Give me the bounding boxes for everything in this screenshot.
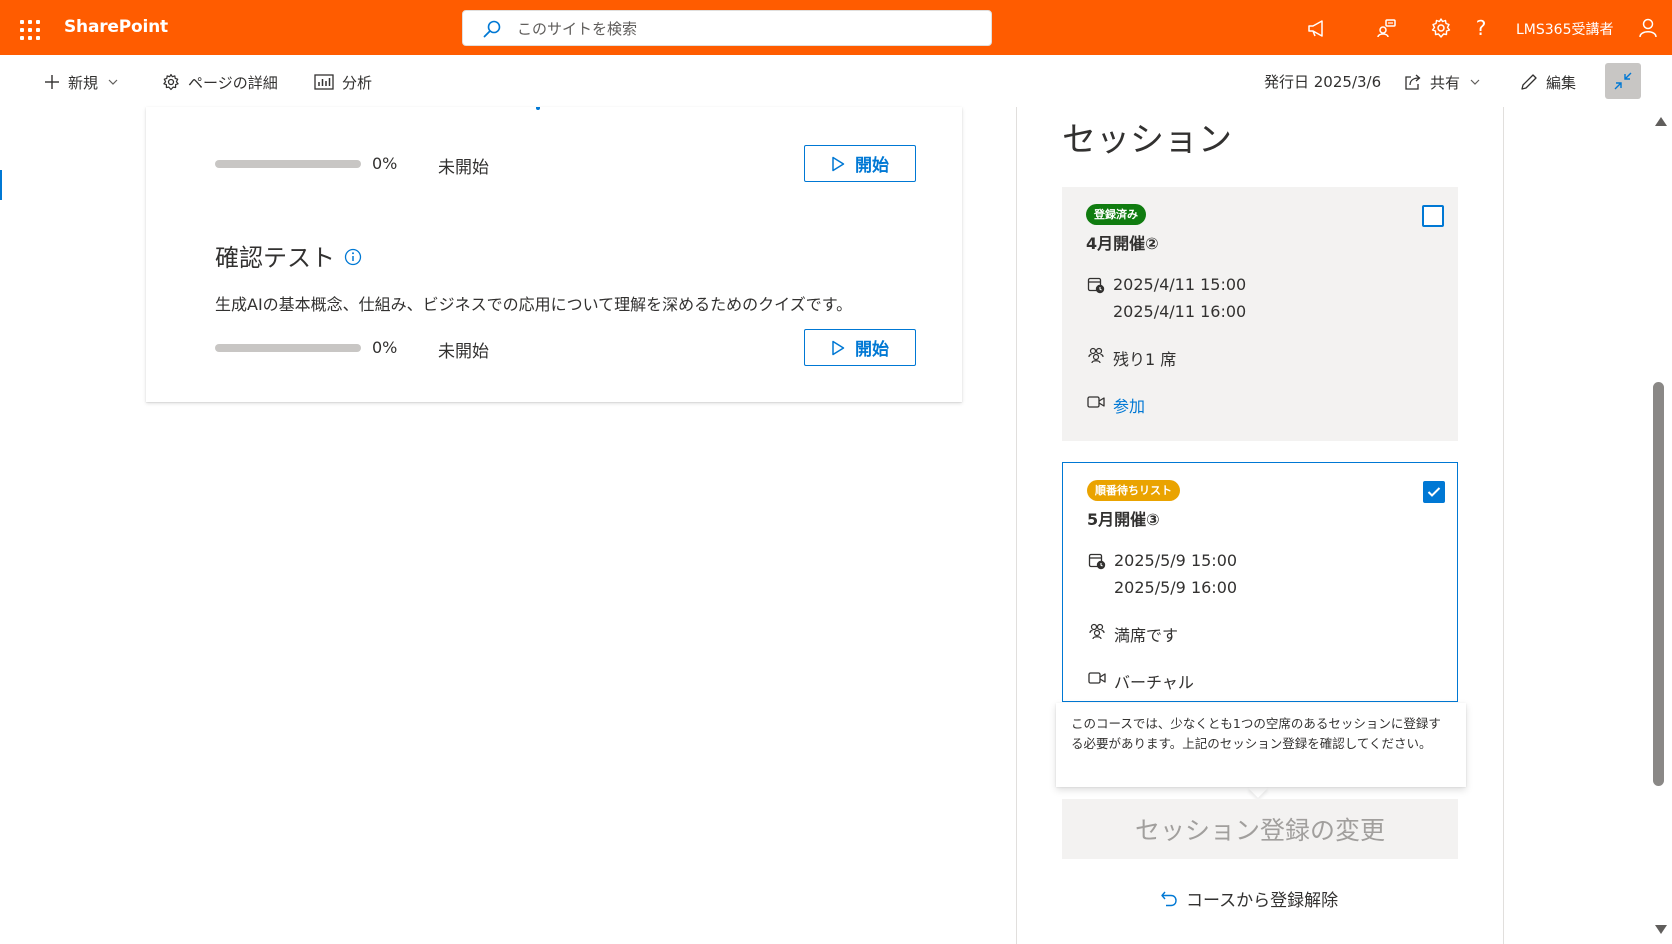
panel-divider	[1016, 107, 1017, 944]
session-seats: 満席です	[1114, 626, 1179, 645]
people-icon	[1086, 345, 1106, 365]
page-details-button[interactable]: ページの詳細	[162, 70, 278, 94]
app-title[interactable]: SharePoint	[64, 17, 168, 37]
collapse-icon	[1614, 72, 1632, 90]
session-name: 5月開催③	[1087, 510, 1160, 529]
search-input[interactable]	[517, 17, 977, 41]
start-label: 開始	[855, 340, 889, 360]
share-button[interactable]: 共有	[1404, 70, 1480, 94]
session-location: バーチャル	[1114, 673, 1194, 692]
chevron-down-icon	[108, 79, 118, 85]
session-start: 2025/5/9 15:00	[1114, 551, 1238, 570]
checkmark-icon	[1427, 487, 1441, 497]
session-card[interactable]: 順番待ちリスト 5月開催③ 2025/5/9 15:00 2025/5/9 16…	[1062, 462, 1458, 702]
scroll-down-icon[interactable]	[1655, 925, 1667, 934]
edit-label: 編集	[1546, 73, 1577, 92]
gear-icon	[163, 73, 179, 91]
search-box[interactable]	[462, 10, 992, 46]
video-camera-icon	[1086, 392, 1106, 412]
undo-icon	[1161, 891, 1177, 906]
published-date: 発行日 2025/3/6	[1264, 73, 1382, 91]
help-icon[interactable]: ?	[1468, 15, 1494, 41]
suite-bar: SharePoint ? LMS365受講者	[0, 0, 1672, 55]
chevron-down-icon	[1470, 79, 1480, 85]
progress-percent: 0%	[372, 154, 398, 173]
analytics-label: 分析	[342, 73, 373, 92]
registration-tooltip: このコースでは、少なくとも1つの空席のあるセッションに登録する必要があります。上…	[1056, 703, 1466, 787]
session-card[interactable]: 登録済み 4月開催② 2025/4/11 15:00 2025/4/11 16:…	[1062, 187, 1458, 441]
session-checkbox[interactable]	[1422, 205, 1444, 227]
start-button[interactable]: 開始	[804, 329, 916, 366]
scroll-up-icon[interactable]	[1655, 117, 1667, 126]
start-label: 開始	[855, 156, 889, 176]
start-button[interactable]: 開始	[804, 145, 916, 182]
plus-icon	[45, 75, 59, 89]
quiz-description: 生成AIの基本概念、仕組み、ビジネスでの応用について理解を深めるためのクイズです…	[215, 295, 853, 314]
unregister-label: コースから登録解除	[1186, 891, 1339, 911]
left-edge-indicator	[0, 170, 2, 200]
course-item-row: 0% 未開始 開始	[215, 329, 916, 367]
join-link[interactable]: 参加	[1113, 393, 1145, 417]
status-badge: 順番待ちリスト	[1087, 480, 1180, 501]
vertical-scrollbar[interactable]	[1648, 107, 1672, 944]
analytics-icon	[314, 74, 334, 90]
status-text: 未開始	[438, 158, 489, 178]
people-icon	[1087, 621, 1107, 641]
session-end: 2025/5/9 16:00	[1114, 578, 1238, 597]
play-icon	[832, 340, 845, 355]
edit-button[interactable]: 編集	[1520, 70, 1576, 94]
progress-bar	[215, 344, 361, 352]
collapse-button[interactable]	[1605, 63, 1641, 99]
video-camera-icon	[1087, 668, 1107, 688]
quiz-title: 確認テスト	[215, 238, 362, 273]
panel-divider	[1503, 107, 1504, 944]
session-start: 2025/4/11 15:00	[1113, 275, 1247, 294]
quiz-title-text: 確認テスト	[215, 244, 335, 272]
status-badge: 登録済み	[1086, 204, 1146, 225]
scrollbar-thumb[interactable]	[1653, 382, 1664, 786]
unregister-link[interactable]: コースから登録解除	[1160, 886, 1338, 911]
pencil-icon	[1521, 74, 1537, 90]
gear-icon[interactable]	[1428, 15, 1454, 41]
analytics-button[interactable]: 分析	[314, 70, 372, 94]
page-details-label: ページの詳細	[188, 73, 278, 92]
megaphone-icon[interactable]	[1304, 15, 1330, 41]
share-label: 共有	[1430, 73, 1461, 92]
calendar-clock-icon	[1087, 551, 1107, 571]
status-text: 未開始	[438, 342, 489, 362]
app-launcher-icon[interactable]	[12, 12, 44, 44]
search-icon	[483, 20, 501, 38]
session-checkbox[interactable]	[1423, 481, 1445, 503]
sessions-title: セッション	[1062, 120, 1232, 160]
course-item-row: 0% 未開始 開始	[215, 145, 916, 183]
calendar-clock-icon	[1086, 275, 1106, 295]
share-icon	[1405, 74, 1421, 90]
collaboration-icon[interactable]	[1373, 15, 1399, 41]
info-icon[interactable]	[344, 248, 362, 266]
change-registration-button[interactable]: セッション登録の変更	[1062, 799, 1458, 859]
session-seats: 残り1 席	[1113, 350, 1177, 369]
new-label: 新規	[68, 73, 99, 92]
new-button[interactable]: 新規	[44, 70, 118, 94]
progress-bar	[215, 160, 361, 168]
session-end: 2025/4/11 16:00	[1113, 302, 1247, 321]
avatar-icon[interactable]	[1635, 15, 1661, 41]
session-name: 4月開催②	[1086, 234, 1159, 253]
play-icon	[832, 156, 845, 171]
progress-percent: 0%	[372, 338, 398, 357]
user-name[interactable]: LMS365受講者	[1516, 19, 1614, 39]
